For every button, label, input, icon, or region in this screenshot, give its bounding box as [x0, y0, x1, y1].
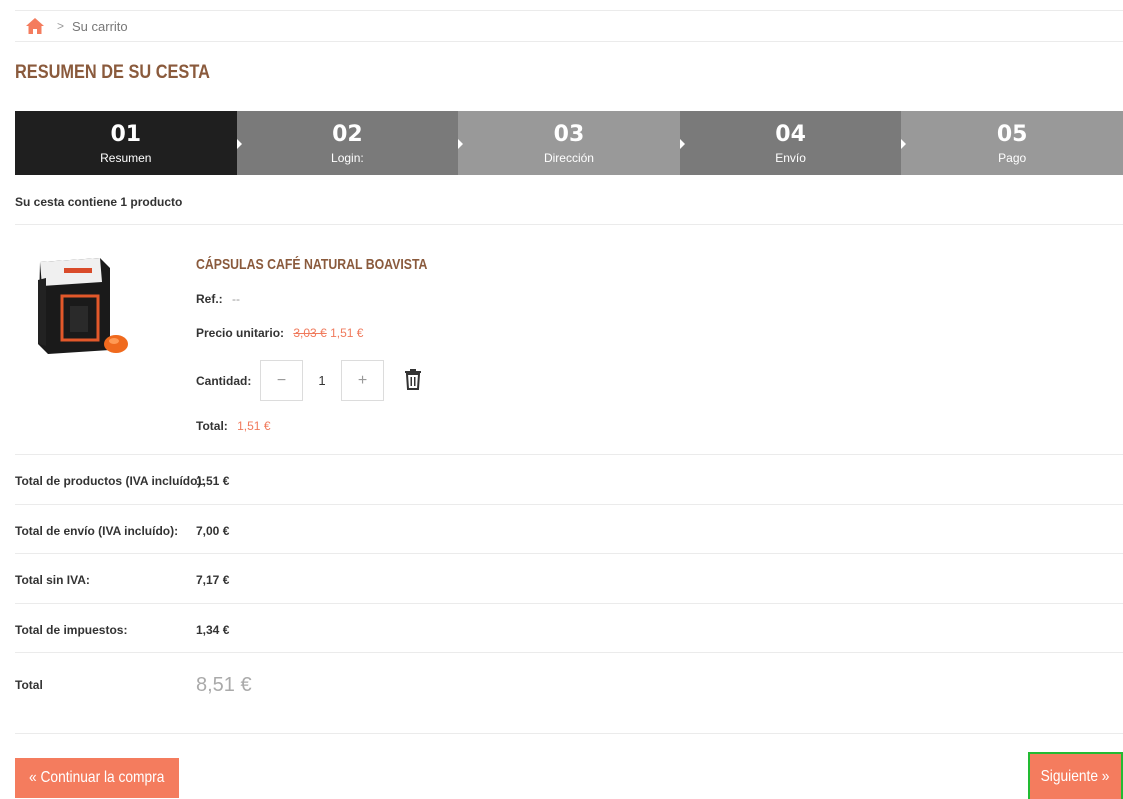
- checkout-steps: 01 Resumen 02 Login: 03 Dirección 04 Env…: [15, 111, 1123, 175]
- step-label: Login:: [331, 150, 364, 165]
- summary-products-value: 1,51 €: [196, 474, 230, 488]
- step-login[interactable]: 02 Login:: [236, 111, 459, 175]
- product-name[interactable]: CÁPSULAS CAFÉ NATURAL BOAVISTA: [196, 256, 427, 273]
- step-number: 04: [775, 121, 806, 147]
- step-number: 05: [996, 121, 1028, 147]
- qty-plus-button[interactable]: +: [341, 360, 384, 401]
- divider: [15, 733, 1123, 734]
- price-new: 1,51 €: [330, 326, 364, 340]
- breadcrumb-separator: >: [57, 19, 65, 33]
- price-label: Precio unitario:: [196, 326, 285, 340]
- qty-value[interactable]: 1: [303, 373, 341, 388]
- page-title: RESUMEN DE SU CESTA: [15, 62, 210, 83]
- cart-count: Su cesta contiene 1 producto: [15, 195, 183, 209]
- quantity-stepper: − 1 +: [260, 360, 384, 401]
- step-summary[interactable]: 01 Resumen: [15, 111, 237, 175]
- summary-shipping-label: Total de envío (IVA incluído):: [15, 524, 179, 538]
- price-old: 3,03 €: [293, 326, 327, 340]
- next-button[interactable]: Siguiente »: [1028, 752, 1123, 799]
- summary-net-value: 7,17 €: [196, 573, 230, 587]
- continue-shopping-label: « Continuar la compra: [29, 769, 165, 786]
- step-label: Pago: [998, 150, 1027, 165]
- qty-label: Cantidad:: [196, 374, 252, 388]
- step-payment[interactable]: 05 Pago: [901, 111, 1123, 175]
- trash-icon[interactable]: [403, 368, 423, 390]
- step-arrow-icon: [236, 139, 242, 149]
- grand-total-label: Total: [15, 678, 43, 692]
- step-arrow-icon: [901, 139, 907, 149]
- step-label: Resumen: [100, 150, 152, 165]
- step-label: Envío: [775, 150, 806, 165]
- step-label: Dirección: [543, 150, 594, 165]
- ref-value: --: [232, 292, 241, 306]
- next-label: Siguiente »: [1041, 767, 1110, 785]
- summary-shipping-value: 7,00 €: [196, 524, 230, 538]
- step-shipping[interactable]: 04 Envío: [679, 111, 902, 175]
- total-label: Total:: [196, 419, 228, 433]
- product-total: Total: 1,51 €: [196, 419, 271, 433]
- divider: [15, 454, 1123, 455]
- product-image[interactable]: [30, 250, 130, 360]
- step-arrow-icon: [458, 139, 464, 149]
- divider: [15, 504, 1123, 505]
- divider: [15, 603, 1123, 604]
- summary-products-label: Total de productos (IVA incluído):: [15, 474, 206, 488]
- step-number: 01: [110, 121, 142, 147]
- step-number: 03: [553, 121, 585, 147]
- qty-minus-button[interactable]: −: [260, 360, 303, 401]
- grand-total-value: 8,51 €: [196, 674, 252, 696]
- step-number: 02: [332, 121, 363, 147]
- summary-tax-value: 1,34 €: [196, 623, 230, 637]
- divider: [15, 224, 1123, 225]
- home-icon[interactable]: [25, 17, 45, 35]
- divider: [15, 553, 1123, 554]
- summary-tax-label: Total de impuestos:: [15, 623, 128, 637]
- step-arrow-icon: [679, 139, 685, 149]
- divider: [15, 652, 1123, 653]
- total-value: 1,51 €: [237, 419, 271, 433]
- product-ref: Ref.: --: [196, 292, 240, 306]
- continue-shopping-button[interactable]: « Continuar la compra: [15, 758, 179, 798]
- breadcrumb: > Su carrito: [15, 10, 1123, 42]
- breadcrumb-current: Su carrito: [72, 18, 128, 34]
- unit-price: Precio unitario: 3,03 € 1,51 €: [196, 326, 363, 340]
- summary-net-label: Total sin IVA:: [15, 573, 90, 587]
- ref-label: Ref.:: [196, 292, 223, 306]
- step-address[interactable]: 03 Dirección: [458, 111, 680, 175]
